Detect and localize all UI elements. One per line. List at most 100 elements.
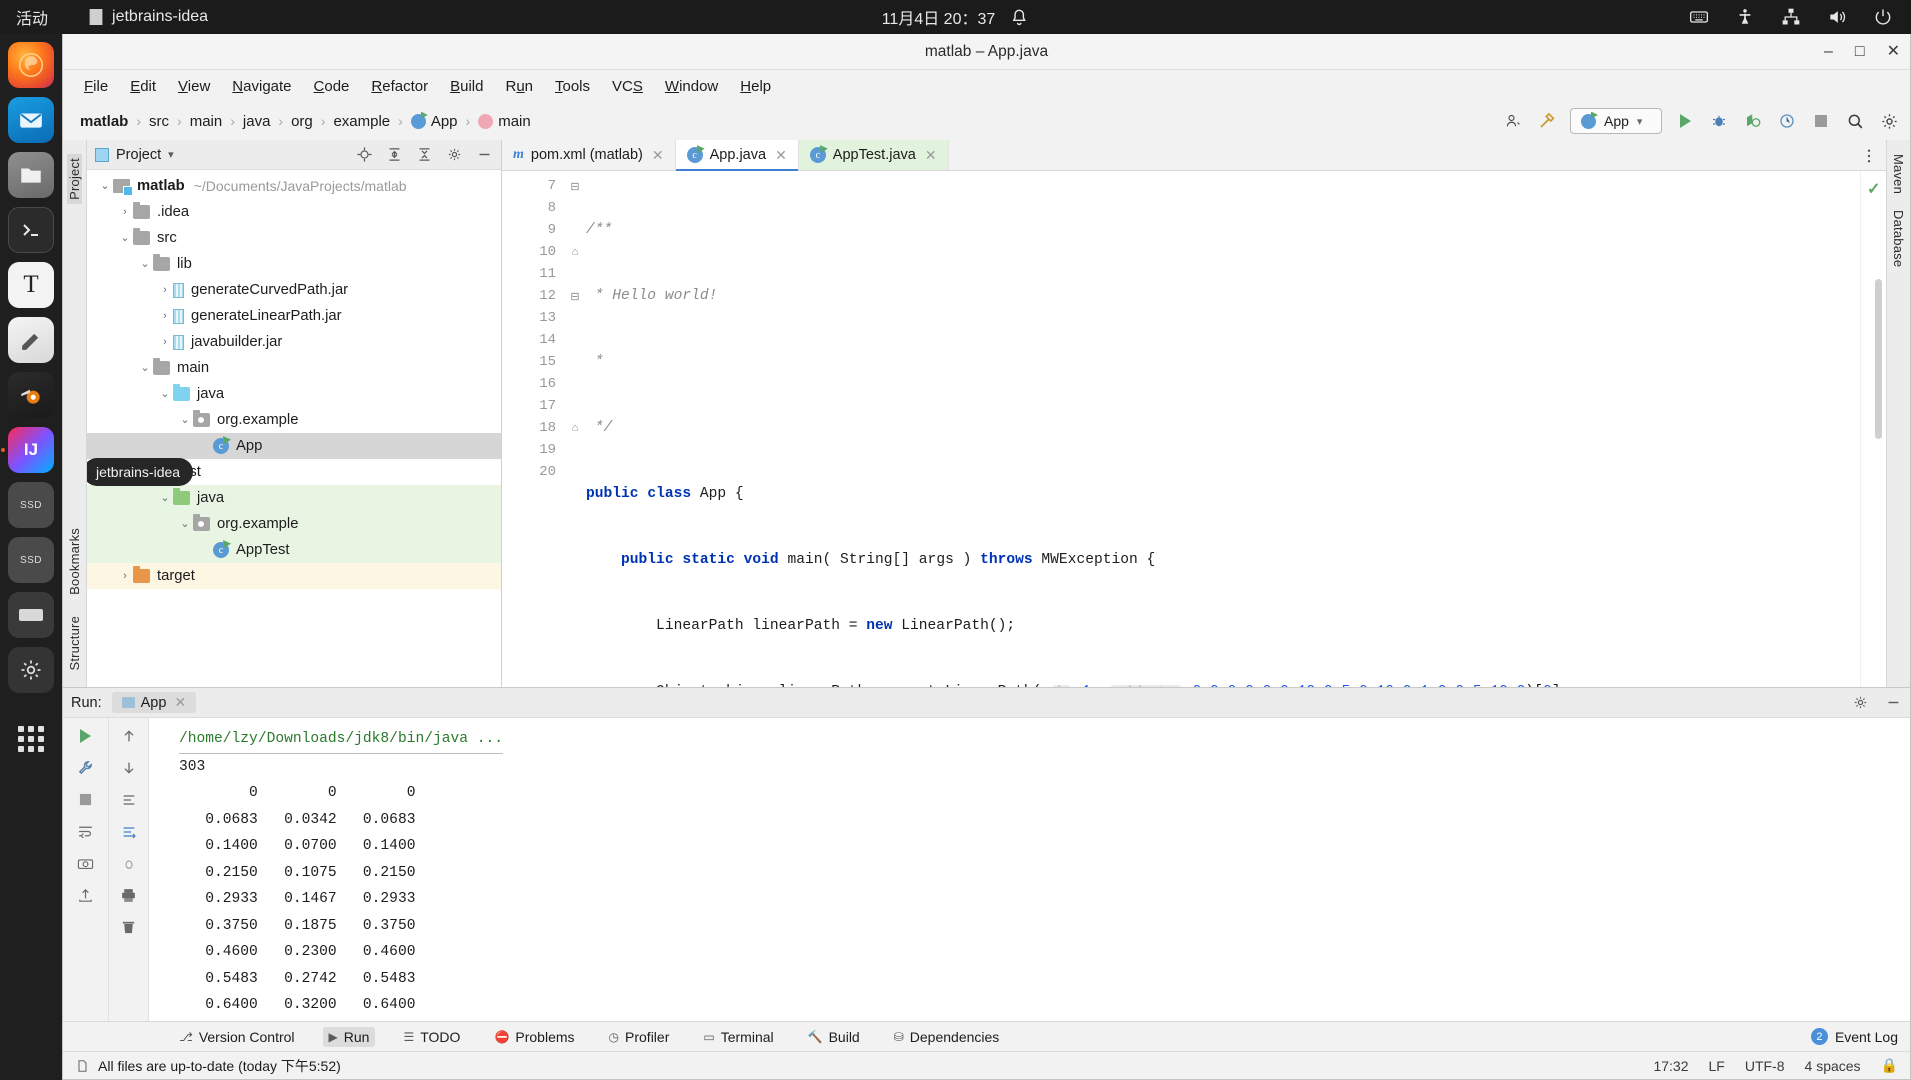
tree-twisty-curved-jar[interactable]: › (157, 284, 173, 296)
tree-node-app[interactable]: c App (87, 433, 501, 459)
breadcrumb-main[interactable]: main (187, 113, 226, 130)
tree-node-main-package[interactable]: ⌄ org.example (87, 407, 501, 433)
locate-icon[interactable] (356, 146, 373, 163)
breadcrumb-org[interactable]: org (288, 113, 316, 130)
tree-node-lib[interactable]: ⌄ lib (87, 251, 501, 277)
tree-node-idea[interactable]: › .idea (87, 199, 501, 225)
breadcrumb-app[interactable]: App (408, 113, 461, 130)
rerun-icon[interactable] (76, 726, 95, 745)
tree-twisty-test-package[interactable]: ⌄ (177, 518, 193, 530)
fold-marker-12[interactable]: ⊟ (564, 285, 586, 307)
menu-build[interactable]: Build (441, 75, 492, 98)
run-tab-close[interactable]: ✕ (174, 694, 186, 711)
code-text-area[interactable]: /** * Hello world! * */ public class App… (586, 171, 1860, 687)
tree-node-javabuilder-jar[interactable]: › javabuilder.jar (87, 329, 501, 355)
expand-all-icon[interactable] (386, 146, 403, 163)
dock-item-thunderbird[interactable] (8, 97, 54, 143)
profile-button[interactable] (1776, 110, 1798, 132)
event-log-button[interactable]: 2 Event Log (1810, 1028, 1898, 1045)
scroll-down-icon[interactable] (119, 758, 138, 777)
breadcrumb-matlab[interactable]: matlab (77, 113, 131, 130)
bottom-tab-run[interactable]: ▶ Run (322, 1026, 376, 1047)
close-button[interactable]: ✕ (1887, 43, 1900, 60)
dock-item-settings[interactable] (8, 647, 54, 693)
soft-wrap-icon[interactable] (76, 822, 95, 841)
bottom-tab-dependencies[interactable]: ⛁ Dependencies (888, 1027, 1006, 1047)
stop-button[interactable] (1810, 110, 1832, 132)
menu-edit[interactable]: Edit (121, 75, 165, 98)
breadcrumb-src[interactable]: src (146, 113, 172, 130)
scroll-up-icon[interactable] (119, 726, 138, 745)
tree-twisty-main-package[interactable]: ⌄ (177, 414, 193, 426)
tree-twisty-main-java[interactable]: ⌄ (157, 388, 173, 400)
run-settings-gear-icon[interactable] (1852, 694, 1869, 711)
settings-gear-icon[interactable] (1878, 110, 1900, 132)
show-applications-button[interactable] (8, 716, 54, 762)
tree-node-main-java[interactable]: ⌄ java (87, 381, 501, 407)
dock-item-ssd-2[interactable]: SSD (8, 537, 54, 583)
menu-help[interactable]: Help (731, 75, 780, 98)
keyboard-icon[interactable] (1689, 7, 1709, 27)
run-configuration-selector[interactable]: App ▾ (1570, 108, 1662, 134)
activities-button[interactable]: 活动 (16, 5, 48, 29)
menu-navigate[interactable]: Navigate (223, 75, 300, 98)
dock-item-blender[interactable] (8, 372, 54, 418)
run-with-coverage-button[interactable] (1742, 110, 1764, 132)
dock-item-terminal[interactable] (8, 207, 54, 253)
fold-marker-18[interactable]: ⌂ (564, 417, 586, 439)
status-lock-icon[interactable]: 🔒 (1881, 1057, 1898, 1074)
status-indent[interactable]: 4 spaces (1805, 1058, 1861, 1074)
run-button[interactable] (1674, 110, 1696, 132)
tree-twisty-test-java[interactable]: ⌄ (157, 492, 173, 504)
tree-node-main[interactable]: ⌄ main (87, 355, 501, 381)
tab-app-java-close[interactable]: ✕ (775, 147, 787, 164)
run-minimize-icon[interactable] (1885, 694, 1902, 711)
export-icon[interactable] (76, 886, 95, 905)
menu-tools[interactable]: Tools (546, 75, 599, 98)
tool-window-button-structure[interactable]: Structure (67, 612, 82, 675)
align-lines-icon[interactable] (119, 790, 138, 809)
debug-button[interactable] (1708, 110, 1730, 132)
tab-pom-xml[interactable]: m pom.xml (matlab) ✕ (502, 140, 676, 170)
console-output[interactable]: /home/lzy/Downloads/jdk8/bin/java ... 30… (149, 718, 1910, 1021)
breadcrumb-example[interactable]: example (330, 113, 393, 130)
project-panel-caret-icon[interactable]: ▾ (168, 148, 174, 161)
tree-node-apptest[interactable]: c AppTest (87, 537, 501, 563)
tool-window-button-project[interactable]: Project (67, 154, 82, 204)
tree-twisty-target[interactable]: › (117, 570, 133, 582)
dock-item-jetbrains-idea[interactable]: IJ (1, 427, 54, 473)
tree-twisty-lib[interactable]: ⌄ (137, 258, 153, 270)
menu-vcs[interactable]: VCS (603, 75, 652, 98)
breadcrumb-main-method[interactable]: main (475, 113, 534, 130)
account-icon[interactable] (1502, 110, 1524, 132)
build-hammer-icon[interactable] (1536, 110, 1558, 132)
status-line-separator[interactable]: LF (1709, 1058, 1725, 1074)
tree-twisty-javabuilder-jar[interactable]: › (157, 336, 173, 348)
power-icon[interactable] (1873, 7, 1893, 27)
bottom-tab-terminal[interactable]: ▭ Terminal (697, 1027, 779, 1047)
editor-tab-overflow-button[interactable] (1860, 140, 1878, 171)
stop-process-icon[interactable] (76, 790, 95, 809)
breadcrumb-java[interactable]: java (240, 113, 274, 130)
tool-window-button-bookmarks[interactable]: Bookmarks (67, 524, 82, 599)
menu-window[interactable]: Window (656, 75, 727, 98)
menu-code[interactable]: Code (305, 75, 359, 98)
active-app-indicator[interactable]: jetbrains-idea (88, 8, 208, 26)
tree-twisty-test[interactable]: ⌄ (137, 466, 153, 478)
tree-node-test-java[interactable]: ⌄ java (87, 485, 501, 511)
tab-app-java[interactable]: c App.java ✕ (675, 140, 799, 171)
project-settings-icon[interactable] (446, 146, 463, 163)
tree-node-src[interactable]: ⌄ src (87, 225, 501, 251)
tree-twisty-main[interactable]: ⌄ (137, 362, 153, 374)
print-icon[interactable] (119, 886, 138, 905)
tab-apptest-java[interactable]: c AppTest.java ✕ (798, 140, 949, 170)
wrench-icon[interactable] (76, 758, 95, 777)
tree-twisty-src[interactable]: ⌄ (117, 232, 133, 244)
dock-item-firefox[interactable] (8, 42, 54, 88)
tree-twisty-linear-jar[interactable]: › (157, 310, 173, 322)
network-icon[interactable] (1781, 7, 1801, 27)
bottom-tab-profiler[interactable]: ◷ Profiler (603, 1027, 676, 1047)
menu-run[interactable]: Run (496, 75, 542, 98)
menu-view[interactable]: View (169, 75, 219, 98)
dock-item-texstudio[interactable]: T (8, 262, 54, 308)
